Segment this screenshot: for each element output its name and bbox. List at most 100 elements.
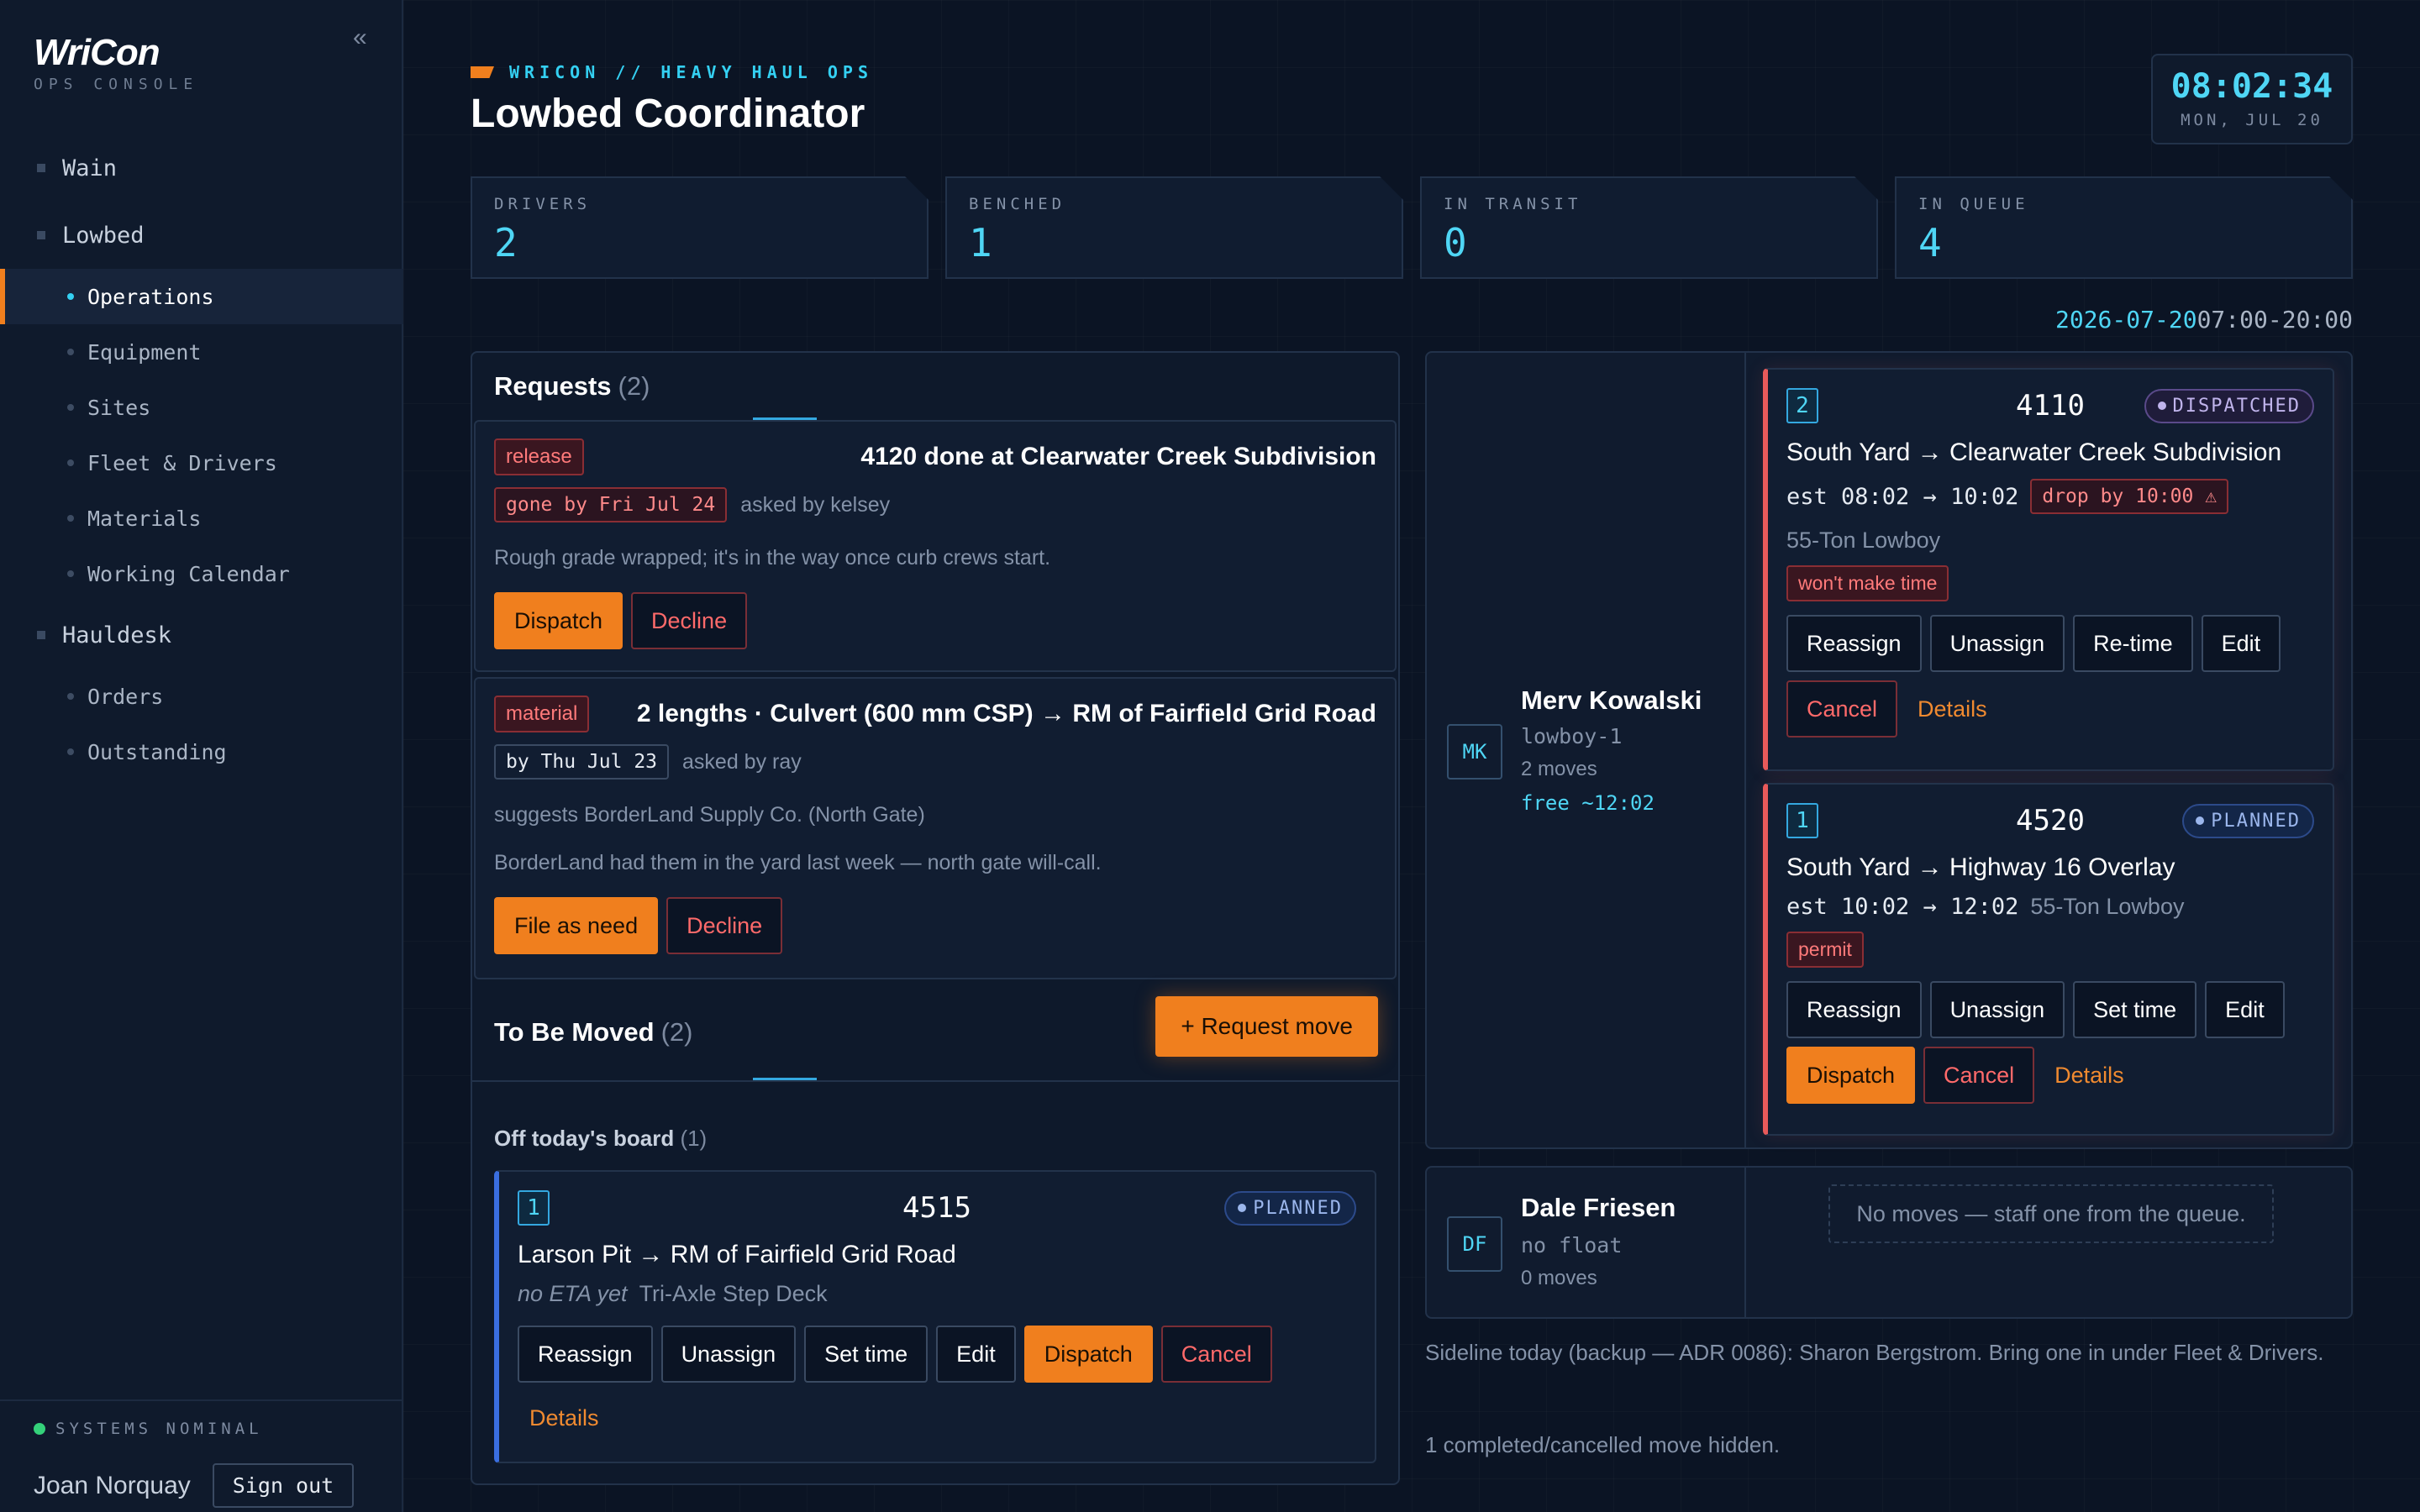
sign-out-button[interactable]: Sign out: [212, 1463, 355, 1508]
set-time-button[interactable]: Set time: [804, 1326, 929, 1383]
stat-value: 0: [1444, 220, 1467, 265]
details-link[interactable]: Details: [2043, 1047, 2136, 1104]
sideline-note: Sideline today (backup — ADR 0086): Shar…: [1425, 1340, 2324, 1365]
edit-button[interactable]: Edit: [2201, 615, 2281, 672]
status-text: PLANNED: [2211, 810, 2301, 832]
move-route: Larson Pit → RM of Fairfield Grid Road: [518, 1241, 956, 1268]
request-type-tag: release: [494, 438, 584, 475]
bullet-icon: [67, 459, 74, 466]
move-equipment: Tri-Axle Step Deck: [639, 1281, 828, 1306]
stat-label: IN QUEUE: [1918, 195, 2029, 213]
driver-info: DF Dale Friesen no float 0 moves: [1427, 1168, 1746, 1317]
sidebar-item-label: Working Calendar: [87, 561, 290, 586]
warning-tag: permit: [1786, 932, 1864, 968]
reassign-button[interactable]: Reassign: [1786, 615, 1922, 672]
due-badge: gone by Fri Jul 24: [494, 487, 728, 522]
status-dot-icon: [2196, 816, 2205, 825]
decline-button[interactable]: Decline: [666, 897, 783, 954]
sidebar-item-label: Materials: [87, 506, 202, 531]
bullet-icon: [37, 164, 45, 172]
hidden-moves-note[interactable]: 1 completed/cancelled move hidden.: [1425, 1428, 1780, 1462]
driver-lane-dale: DF Dale Friesen no float 0 moves No move…: [1425, 1166, 2353, 1319]
status-text: DISPATCHED: [2172, 395, 2301, 417]
system-status: SYSTEMS NOMINAL: [0, 1399, 403, 1438]
requests-panel: Requests (2) release 4120 done at Clearw…: [471, 351, 1400, 1485]
clock: 08:02:34 MON, JUL 20: [2151, 54, 2353, 144]
cancel-button[interactable]: Cancel: [1786, 680, 1898, 738]
warning-tag: won't make time: [1786, 565, 1949, 601]
request-title: 2 lengths · Culvert (600 mm CSP) → RM of…: [636, 700, 1376, 727]
request-move-button[interactable]: + Request move: [1155, 996, 1378, 1057]
dispatch-button[interactable]: Dispatch: [1786, 1047, 1916, 1104]
decline-button[interactable]: Decline: [631, 592, 748, 649]
file-as-need-button[interactable]: File as need: [494, 897, 659, 954]
stat-label: DRIVERS: [494, 195, 592, 213]
driver-name[interactable]: Merv Kowalski: [1521, 685, 1702, 716]
sequence-badge: 2: [1786, 388, 1818, 423]
sidebar-item-outstanding[interactable]: Outstanding: [0, 724, 403, 780]
unassign-button[interactable]: Unassign: [1929, 615, 2065, 672]
nav-group-wain[interactable]: Wain: [0, 134, 403, 202]
sidebar-item-label: Outstanding: [87, 739, 227, 764]
driver-name[interactable]: Dale Friesen: [1521, 1193, 1676, 1223]
sidebar-item-sites[interactable]: Sites: [0, 380, 403, 435]
unassign-button[interactable]: Unassign: [1929, 981, 2065, 1038]
nav-group-hauldesk[interactable]: Hauldesk: [0, 601, 403, 669]
date-range[interactable]: 2026-07-20 07:00-20:00: [2055, 306, 2353, 333]
sidebar-item-label: Sites: [87, 395, 151, 420]
set-time-button[interactable]: Set time: [2073, 981, 2197, 1038]
cancel-button[interactable]: Cancel: [1160, 1326, 1272, 1383]
to-be-moved-header: To Be Moved (2) + Request move: [472, 984, 1398, 1082]
logo[interactable]: WriCon OPS CONSOLE: [34, 32, 198, 93]
status-badge: DISPATCHED: [2144, 388, 2314, 423]
stat-benched: BENCHED 1: [945, 176, 1403, 279]
sidebar-item-materials[interactable]: Materials: [0, 491, 403, 546]
due-badge: by Thu Jul 23: [494, 744, 670, 780]
date-range-hours: 07:00-20:00: [2196, 306, 2353, 333]
reassign-button[interactable]: Reassign: [518, 1326, 653, 1383]
sidebar-item-working-calendar[interactable]: Working Calendar: [0, 546, 403, 601]
section-count: (2): [618, 371, 650, 401]
request-card: release 4120 done at Clearwater Creek Su…: [474, 420, 1397, 672]
sidebar-item-orders[interactable]: Orders: [0, 669, 403, 724]
sidebar-nav: Wain Lowbed Operations Equipment Sites F…: [0, 134, 403, 780]
request-note: Rough grade wrapped; it's in the way onc…: [494, 546, 1051, 570]
flag-icon: [471, 66, 494, 78]
bullet-icon: [67, 293, 74, 300]
sidebar-item-fleet-drivers[interactable]: Fleet & Drivers: [0, 435, 403, 491]
collapse-sidebar-icon[interactable]: «: [353, 24, 367, 52]
status-text: PLANNED: [1253, 1197, 1343, 1219]
details-link[interactable]: Details: [1906, 680, 1999, 738]
move-card: 1 4515 PLANNED Larson Pit → RM of Fairfi…: [494, 1170, 1376, 1463]
driver-info: MK Merv Kowalski lowboy-1 2 moves free ~…: [1427, 353, 1746, 1147]
nav-group-lowbed[interactable]: Lowbed: [0, 202, 403, 269]
sidebar-item-equipment[interactable]: Equipment: [0, 324, 403, 380]
edit-button[interactable]: Edit: [2205, 981, 2285, 1038]
stat-label: BENCHED: [969, 195, 1066, 213]
bullet-icon: [67, 349, 74, 355]
dispatch-button[interactable]: Dispatch: [494, 592, 623, 649]
details-link[interactable]: Details: [518, 1389, 611, 1446]
unassign-button[interactable]: Unassign: [660, 1326, 797, 1383]
system-status-text: SYSTEMS NOMINAL: [55, 1420, 263, 1438]
status-badge: PLANNED: [2182, 803, 2314, 838]
logo-wordmark: WriCon: [34, 32, 160, 73]
cancel-button[interactable]: Cancel: [1923, 1047, 2035, 1104]
edit-button[interactable]: Edit: [936, 1326, 1016, 1383]
sidebar: WriCon OPS CONSOLE « Wain Lowbed Operati…: [0, 0, 403, 1512]
request-title: 4120 done at Clearwater Creek Subdivisio…: [860, 443, 1376, 470]
sidebar-item-operations[interactable]: Operations: [0, 269, 403, 324]
avatar: MK: [1447, 724, 1502, 780]
stat-drivers: DRIVERS 2: [471, 176, 929, 279]
empty-lane-hint: No moves — staff one from the queue.: [1828, 1184, 2274, 1243]
status-led-icon: [34, 1423, 45, 1435]
request-card: material 2 lengths · Culvert (600 mm CSP…: [474, 677, 1397, 979]
dispatch-button[interactable]: Dispatch: [1023, 1326, 1153, 1383]
bullet-icon: [67, 748, 74, 755]
reassign-button[interactable]: Reassign: [1786, 981, 1922, 1038]
logo-subtitle: OPS CONSOLE: [34, 76, 199, 93]
section-title: To Be Moved: [494, 1017, 655, 1047]
stats-row: DRIVERS 2 BENCHED 1 IN TRANSIT 0 IN QUEU…: [471, 176, 2353, 279]
page-title: Lowbed Coordinator: [471, 92, 865, 136]
re-time-button[interactable]: Re-time: [2073, 615, 2193, 672]
